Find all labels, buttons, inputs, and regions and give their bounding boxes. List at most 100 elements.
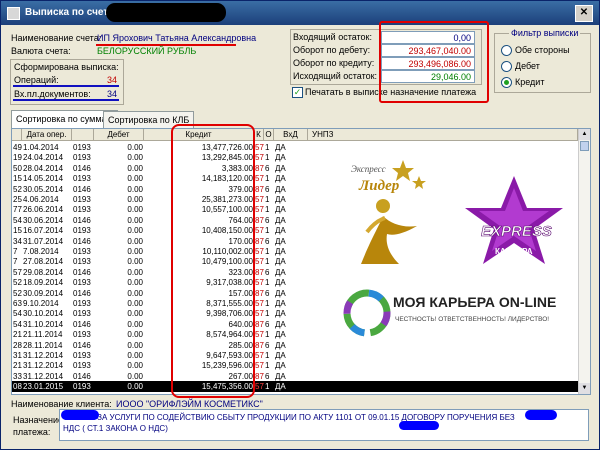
payment-purpose-field[interactable]: ОПЛАТА ЗА УСЛУГИ ПО СОДЕЙСТВИЮ СБЫТУ ПРО… <box>59 409 589 441</box>
scroll-up-icon[interactable]: ▲ <box>579 129 590 140</box>
row-debit: 0.00 <box>127 195 143 204</box>
table-row[interactable]: 19 24.04.2014 0193 0.00 13,292,845.00 57 1 ДА <box>12 152 578 163</box>
row-date: 21.11.2014 <box>23 330 63 340</box>
col-header-num[interactable] <box>12 129 22 141</box>
print-purpose-checkbox[interactable]: ✓ <box>292 87 303 98</box>
row-doc: 0146 <box>73 371 91 381</box>
row-vhd: ДА <box>274 392 308 394</box>
row-k: 57 <box>255 351 264 360</box>
row-doc: 0193 <box>73 257 91 267</box>
col-header-k[interactable]: К <box>254 129 264 141</box>
row-o: 1 <box>265 226 270 236</box>
purpose-text-line3: НДС ( СТ.1 ЗАКОНА О НДС) <box>63 424 168 433</box>
row-debit: 0.00 <box>127 247 143 256</box>
row-debit: 0.00 <box>127 361 143 371</box>
tab-sort-by-amount[interactable]: Сортировка по суммам <box>11 110 118 128</box>
table-row[interactable]: 50 28.04.2014 0146 0.00 3,383.00 87 6 ДА <box>12 163 578 174</box>
outgoing-label: Исходящий остаток: <box>293 71 378 81</box>
account-name-label: Наименование счета: <box>11 33 102 43</box>
row-doc: 0193 <box>73 143 91 152</box>
row-doc: 0193 <box>73 205 91 215</box>
row-date: 23.01.2015 <box>23 382 64 392</box>
row-date: 27.08.2014 <box>23 257 64 267</box>
row-vhd: ДА <box>275 351 286 360</box>
row-vhd: ДА <box>275 184 286 194</box>
col-header-o[interactable]: О <box>264 129 274 141</box>
col-header-doc[interactable] <box>72 129 94 141</box>
table-row[interactable]: 08 23.01.2015 0193 0.00 15,475,356.00 57 1 ДА <box>12 381 578 393</box>
row-doc: 0193 <box>73 226 91 236</box>
row-o: 1 <box>265 351 270 360</box>
row-vhd: ДА <box>275 382 286 392</box>
row-k: 57 <box>255 226 264 236</box>
table-row[interactable]: 49 1.04.2014 0193 0.00 13,477,726.00 57 1 ДА <box>12 142 578 153</box>
row-o: 6 <box>265 236 270 246</box>
scroll-down-icon[interactable]: ▼ <box>579 383 590 394</box>
title-bar[interactable]: Выписка по счету ✕ <box>1 1 599 25</box>
filter-both-radio[interactable] <box>501 45 512 56</box>
row-o: 6 <box>265 288 270 298</box>
row-k: 57 <box>255 330 264 340</box>
row-debit: 0.00 <box>94 392 144 394</box>
row-debit: 0.00 <box>127 299 143 308</box>
table-row[interactable]: 21 31.12.2014 0193 0.00 15,239,596.00 57 1 ДА <box>12 360 578 371</box>
operations-value: 34 <box>107 75 118 85</box>
row-num: 15 <box>13 174 22 184</box>
row-num: 25 <box>13 195 22 204</box>
close-icon[interactable]: ✕ <box>575 5 593 22</box>
row-vhd: ДА <box>275 163 286 173</box>
row-date: 18.09.2014 <box>23 278 64 288</box>
row-doc: 0193 <box>72 392 94 394</box>
express-logo-subtext: КАРЬЕРА <box>495 247 533 256</box>
formed-label: Сформирована выписка: <box>14 62 119 72</box>
row-vhd: ДА <box>275 195 286 204</box>
row-k: 57 <box>255 361 264 371</box>
currency-label: Валюта счета: <box>11 46 71 56</box>
purpose-label-line2: платежа: <box>13 427 51 437</box>
row-vhd: ДА <box>275 371 286 381</box>
grid-vertical-scrollbar[interactable]: ▲ ▼ <box>578 129 590 394</box>
row-num: 54 <box>13 309 22 319</box>
row-doc: 0193 <box>73 330 91 340</box>
row-vhd: ДА <box>275 288 286 298</box>
row-vhd: ДА <box>275 174 286 184</box>
purpose-label-line1: Назначение <box>13 415 64 425</box>
table-row[interactable]: 33 31.12.2014 0146 0.00 267.00 87 6 ДА <box>12 371 578 382</box>
row-doc: 0193 <box>73 299 91 308</box>
table-row[interactable]: 9330.01.201501930.001,094.00571ДА <box>12 392 578 394</box>
filter-credit-radio[interactable] <box>501 77 512 88</box>
redaction-blob <box>399 421 439 430</box>
col-header-date[interactable]: Дата опер. <box>22 129 72 141</box>
row-num: 34 <box>13 236 22 246</box>
row-num: 93 <box>12 392 22 394</box>
row-o: 6 <box>265 371 270 381</box>
row-o: 1 <box>265 205 270 215</box>
row-doc: 0193 <box>73 153 91 163</box>
row-num: 08 <box>13 382 22 392</box>
row-debit: 0.00 <box>127 319 143 329</box>
my-career-online-logo: МОЯ КАРЬЕРА ON-LINE ЧЕСТНОСТЬ! ОТВЕТСТВЕ… <box>343 289 556 337</box>
row-vhd: ДА <box>275 205 286 215</box>
col-header-debit[interactable]: Дебет <box>94 129 144 141</box>
col-header-vhd[interactable]: ВхД <box>274 129 308 141</box>
row-vhd: ДА <box>275 267 286 277</box>
table-row[interactable]: 31 31.12.2014 0193 0.00 9,647,593.00 57 1 ДА <box>12 350 578 361</box>
row-k: 87 <box>255 163 264 173</box>
row-date: 30.05.2014 <box>23 184 64 194</box>
row-doc: 0193 <box>73 351 91 360</box>
annotation-underline-blue-2 <box>13 99 119 101</box>
filter-debit-label: Дебет <box>515 61 540 71</box>
scroll-thumb[interactable] <box>580 141 589 151</box>
row-vhd: ДА <box>275 143 286 152</box>
col-header-unpz[interactable]: УНПЗ <box>308 129 578 141</box>
row-doc: 0193 <box>73 361 91 371</box>
row-date: 30.06.2014 <box>23 215 64 225</box>
row-doc: 0146 <box>73 215 91 225</box>
window-title: Выписка по счету <box>25 7 115 18</box>
annotation-box-credit-column <box>171 124 255 398</box>
row-debit: 0.00 <box>127 278 143 288</box>
row-vhd: ДА <box>275 330 286 340</box>
filter-debit-radio[interactable] <box>501 61 512 72</box>
row-date: 30.10.2014 <box>23 309 64 319</box>
row-doc: 0146 <box>73 319 91 329</box>
